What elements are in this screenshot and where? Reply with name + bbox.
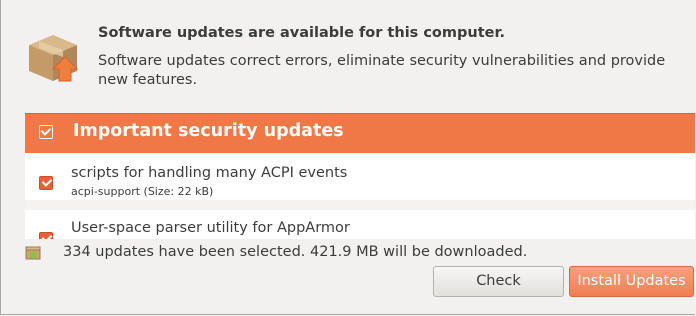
update-group-row[interactable]: Important security updates: [25, 113, 695, 153]
package-icon: [25, 246, 41, 260]
header-description: Software updates correct errors, elimina…: [98, 53, 666, 88]
list-item[interactable]: scripts for handling many ACPI events ac…: [25, 153, 695, 201]
list-divider: [25, 200, 695, 210]
list-item[interactable]: User-space parser utility for AppArmor: [25, 210, 695, 239]
group-checkbox[interactable]: [39, 125, 53, 139]
install-updates-button[interactable]: Install Updates: [569, 266, 694, 297]
check-button[interactable]: Check: [433, 266, 564, 297]
item-checkbox[interactable]: [39, 176, 53, 190]
item-title: scripts for handling many ACPI events: [71, 165, 348, 181]
status-bar: 334 updates have been selected. 421.9 MB…: [25, 244, 685, 264]
updates-list[interactable]: Important security updates scripts for h…: [25, 113, 695, 239]
group-label: Important security updates: [73, 121, 344, 141]
header-title: Software updates are available for this …: [98, 25, 506, 41]
item-subtitle: acpi-support (Size: 22 kB): [71, 185, 214, 198]
update-header: Software updates are available for this …: [25, 20, 695, 100]
item-title: User-space parser utility for AppArmor: [71, 220, 350, 236]
package-update-icon: [29, 35, 79, 82]
item-checkbox[interactable]: [39, 232, 53, 239]
update-manager-window: Software updates are available for this …: [0, 0, 695, 315]
status-text: 334 updates have been selected. 421.9 MB…: [63, 244, 528, 260]
